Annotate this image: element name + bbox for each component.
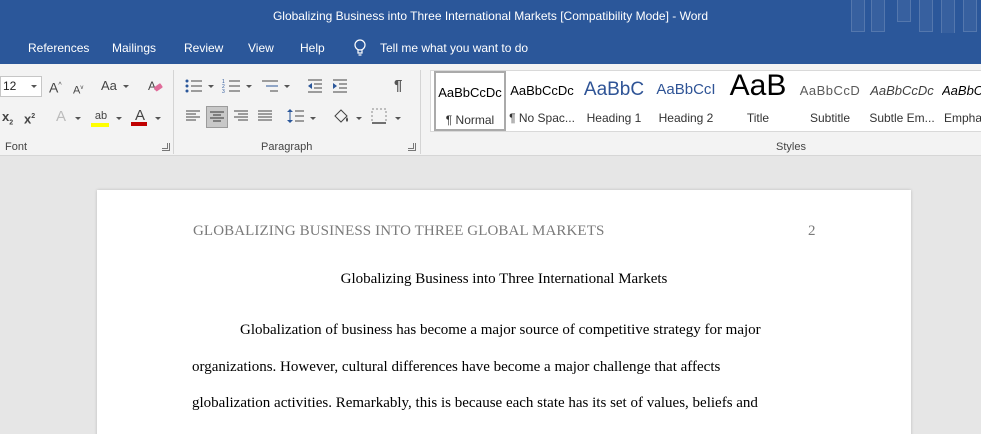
superscript-icon[interactable]: x2 <box>24 108 35 128</box>
grow-font-icon[interactable]: A^ <box>49 77 62 97</box>
chevron-down-icon <box>31 85 37 88</box>
chevron-down-icon <box>310 117 316 120</box>
align-right-icon[interactable] <box>233 109 249 123</box>
paragraph-group-label: Paragraph <box>261 141 313 153</box>
bullets-icon[interactable] <box>184 78 204 94</box>
text-effects-icon[interactable]: A <box>56 108 66 126</box>
group-separator <box>173 70 174 154</box>
change-case-icon[interactable]: Aa <box>101 77 117 95</box>
svg-text:A: A <box>148 79 156 93</box>
running-head: GLOBALIZING BUSINESS INTO THREE GLOBAL M… <box>193 223 605 239</box>
style-heading-2[interactable]: AaBbCcI Heading 2 <box>650 71 722 131</box>
font-color-icon[interactable]: A <box>131 107 149 126</box>
font-size-value: 12 <box>3 79 17 93</box>
paragraph-dialog-launcher-icon[interactable] <box>408 143 416 151</box>
borders-icon[interactable] <box>371 108 387 124</box>
page-number: 2 <box>808 223 816 239</box>
paragraph-line: Globalization of business has become a m… <box>240 322 761 338</box>
chevron-down-icon <box>246 85 252 88</box>
chevron-down-icon <box>123 85 129 88</box>
document-area[interactable]: GLOBALIZING BUSINESS INTO THREE GLOBAL M… <box>0 156 981 434</box>
chevron-down-icon <box>395 117 401 120</box>
show-formatting-icon[interactable]: ¶ <box>394 77 402 95</box>
styles-gallery: AaBbCcDc ¶ Normal AaBbCcDc ¶ No Spac... … <box>430 70 981 132</box>
tab-help[interactable]: Help <box>300 41 325 55</box>
style-heading-1[interactable]: AaBbC Heading 1 <box>578 71 650 131</box>
tab-mailings[interactable]: Mailings <box>112 41 156 55</box>
line-spacing-icon[interactable] <box>287 108 305 124</box>
paragraph-line: globalization activities. Remarkably, th… <box>192 395 758 411</box>
style-no-spacing[interactable]: AaBbCcDc ¶ No Spac... <box>506 71 578 131</box>
lightbulb-icon[interactable] <box>353 39 367 57</box>
tell-me-search[interactable]: Tell me what you want to do <box>380 41 528 55</box>
title-bar: Globalizing Business into Three Internat… <box>0 0 981 33</box>
style-subtitle[interactable]: AaBbCcD Subtitle <box>794 71 866 131</box>
chevron-down-icon <box>284 85 290 88</box>
multilevel-list-icon[interactable] <box>260 78 280 94</box>
tab-view[interactable]: View <box>248 41 274 55</box>
window-title: Globalizing Business into Three Internat… <box>272 9 709 23</box>
align-center-icon <box>210 111 224 122</box>
group-separator <box>420 70 421 154</box>
shading-icon[interactable] <box>332 108 350 124</box>
document-page[interactable]: GLOBALIZING BUSINESS INTO THREE GLOBAL M… <box>97 190 911 434</box>
clear-formatting-icon[interactable]: A <box>146 77 164 95</box>
ribbon-tabs: References Mailings Review View Help Tel… <box>0 33 981 64</box>
numbering-icon[interactable]: 1 2 3 <box>222 78 242 94</box>
shrink-font-icon[interactable]: Av <box>73 79 83 100</box>
font-dialog-launcher-icon[interactable] <box>162 143 170 151</box>
chevron-down-icon <box>208 85 214 88</box>
chevron-down-icon <box>75 117 81 120</box>
highlight-icon[interactable]: ab <box>91 107 111 127</box>
subscript-icon[interactable]: x2 <box>2 108 13 133</box>
tab-review[interactable]: Review <box>184 41 223 55</box>
chevron-down-icon <box>116 117 122 120</box>
style-emphasis[interactable]: AaBbC Empha... <box>938 71 981 131</box>
styles-group-label: Styles <box>776 141 806 153</box>
align-left-icon[interactable] <box>185 109 201 123</box>
chevron-down-icon <box>155 117 161 120</box>
title-bar-pattern <box>841 0 981 33</box>
justify-icon[interactable] <box>257 109 273 123</box>
increase-indent-icon[interactable] <box>331 78 349 94</box>
svg-text:3: 3 <box>222 89 225 94</box>
style-title[interactable]: AaB Title <box>722 71 794 131</box>
decrease-indent-icon[interactable] <box>306 78 324 94</box>
style-normal[interactable]: AaBbCcDc ¶ Normal <box>434 71 506 131</box>
chevron-down-icon <box>356 117 362 120</box>
document-title: Globalizing Business into Three Internat… <box>340 271 668 287</box>
style-subtle-emphasis[interactable]: AaBbCcDc Subtle Em... <box>866 71 938 131</box>
font-group-label: Font <box>5 141 28 153</box>
tab-references[interactable]: References <box>28 41 89 55</box>
paragraph-line: organizations. However, cultural differe… <box>192 359 721 375</box>
font-size-combo[interactable]: 12 <box>0 76 42 97</box>
align-center-button[interactable] <box>206 106 228 128</box>
